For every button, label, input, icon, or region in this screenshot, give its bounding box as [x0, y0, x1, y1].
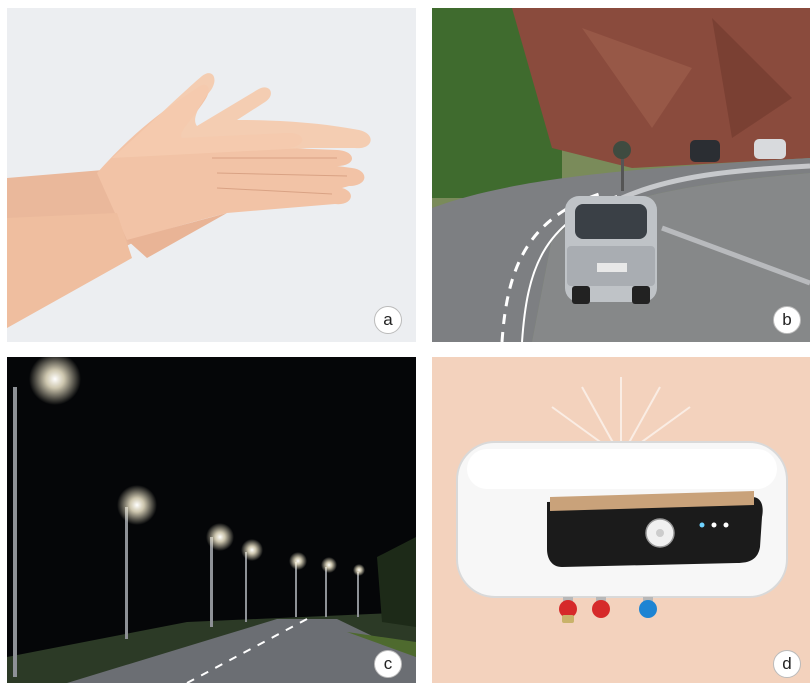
photo-hands: [7, 8, 416, 342]
photo-car-on-road: [432, 8, 810, 342]
hands-illustration: [7, 8, 416, 342]
panel-label-b: b: [773, 306, 801, 334]
panel-label-c: c: [374, 650, 402, 678]
panel-label-a: a: [374, 306, 402, 334]
night-road-illustration: [7, 357, 416, 683]
water-heater-illustration: [432, 357, 810, 683]
panel-label-d: d: [773, 650, 801, 678]
photo-street-lights: [7, 357, 416, 683]
road-illustration: [432, 8, 810, 342]
photo-water-heater: [432, 357, 810, 683]
